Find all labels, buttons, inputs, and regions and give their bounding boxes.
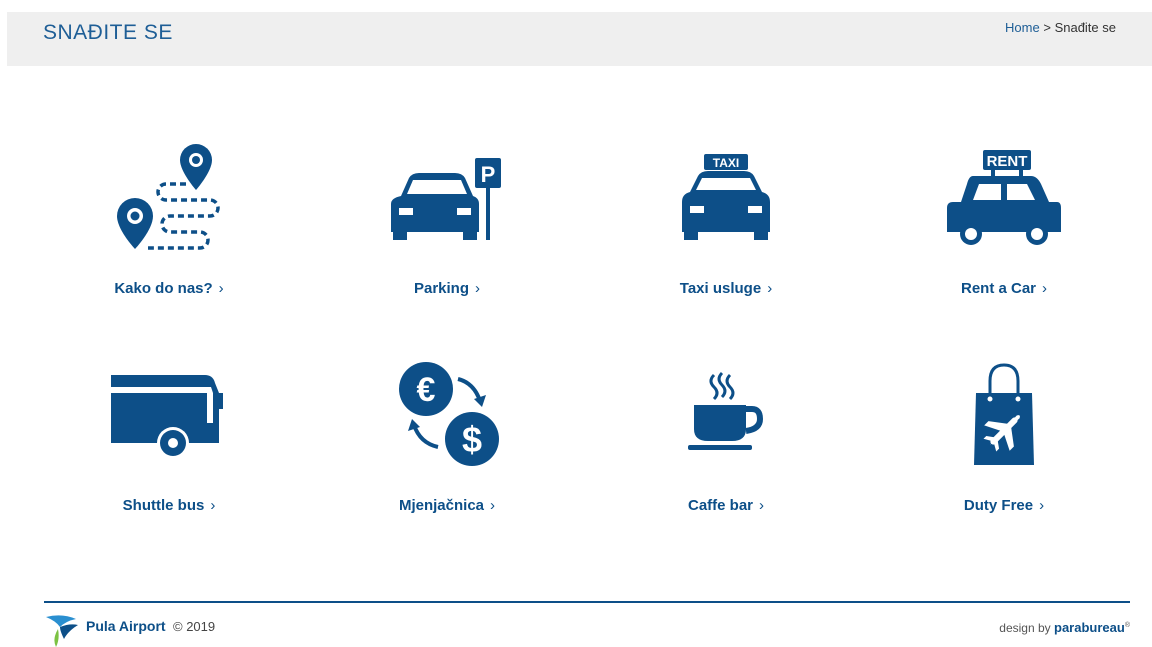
tile-parking[interactable]: P Parking › — [327, 154, 567, 314]
svg-text:TAXI: TAXI — [713, 156, 739, 170]
currency-exchange-icon: € $ — [399, 362, 499, 466]
taxi-icon: TAXI — [682, 154, 770, 240]
coffee-cup-icon — [688, 371, 764, 450]
tile-label: Caffe bar › — [687, 497, 765, 514]
chevron-right-icon: › — [475, 280, 481, 297]
rent-car-icon: RENT — [947, 150, 1061, 245]
bus-icon — [111, 375, 223, 459]
tile-rent-a-car[interactable]: RENT Rent a Car › — [884, 150, 1124, 314]
parabureau-logo: parabureau — [1054, 620, 1125, 635]
tile-duty-free[interactable]: Duty Free › — [884, 363, 1124, 531]
chevron-right-icon: › — [210, 497, 216, 514]
svg-text:$: $ — [462, 419, 482, 460]
tile-label: Rent a Car › — [960, 280, 1048, 297]
chevron-right-icon: › — [767, 280, 773, 297]
chevron-right-icon: › — [490, 497, 496, 514]
tile-label: Duty Free › — [963, 497, 1045, 514]
footer-copyright: © 2019 — [173, 619, 216, 634]
tile-kako-do-nas[interactable]: Kako do nas? › — [49, 144, 289, 314]
chevron-right-icon: › — [218, 280, 224, 297]
footer-brand[interactable]: Pula Airport — [86, 618, 166, 634]
svg-text:P: P — [481, 162, 496, 187]
services-grid: Kako do nas? › P Parking › TAXI Taxi uslug… — [0, 0, 1152, 580]
tile-mjenjacnica[interactable]: € $ Mjenjačnica › — [327, 362, 567, 531]
chevron-right-icon: › — [759, 497, 765, 514]
tile-caffe-bar[interactable]: Caffe bar › — [606, 371, 846, 531]
shopping-bag-plane-icon — [974, 363, 1034, 465]
tile-label: Mjenjačnica › — [398, 497, 496, 514]
map-route-icon — [117, 144, 220, 250]
footer-credit[interactable]: design by parabureau® — [999, 620, 1130, 635]
chevron-right-icon: › — [1039, 497, 1045, 514]
car-parking-icon: P — [391, 158, 501, 240]
chevron-right-icon: › — [1042, 280, 1048, 297]
rent-badge: RENT — [987, 153, 1028, 170]
footer-divider — [44, 601, 1130, 603]
tile-taxi-usluge[interactable]: TAXI Taxi usluge › — [606, 154, 846, 314]
svg-text:€: € — [417, 371, 436, 409]
tile-label: Parking › — [413, 280, 481, 297]
tile-label: Shuttle bus › — [122, 497, 216, 514]
pula-airport-logo-icon[interactable] — [44, 613, 80, 647]
tile-label: Kako do nas? › — [114, 280, 224, 297]
tile-shuttle-bus[interactable]: Shuttle bus › — [49, 371, 289, 531]
tile-label: Taxi usluge › — [679, 280, 773, 297]
